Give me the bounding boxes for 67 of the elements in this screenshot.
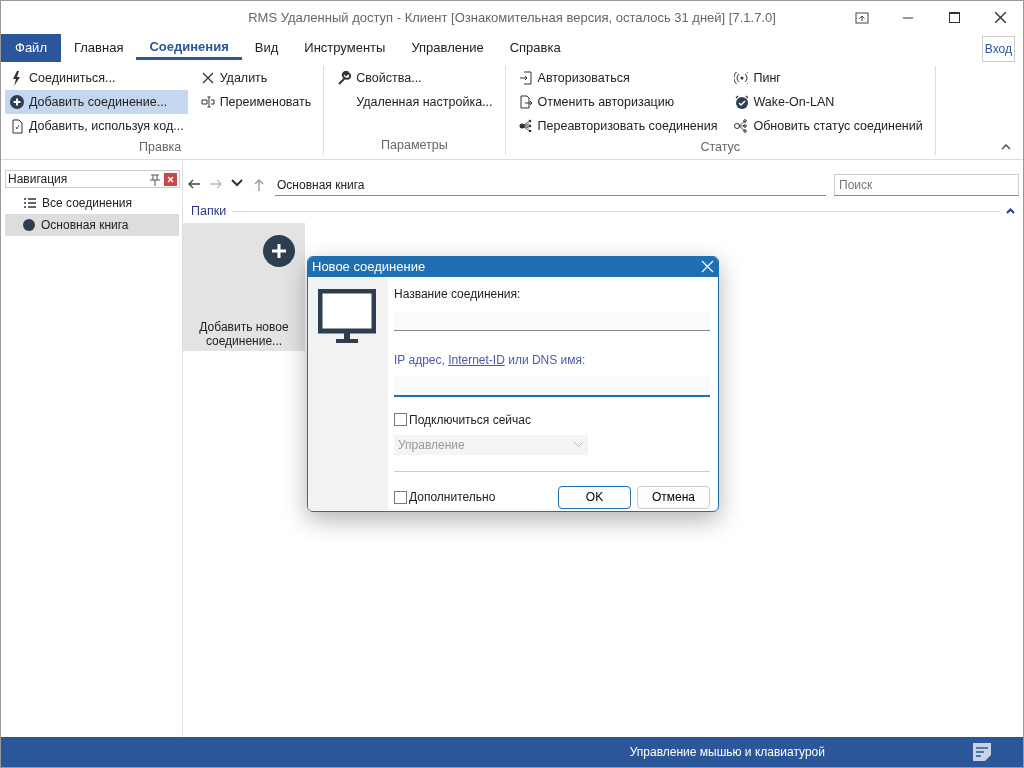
nav-item-label: Все соединения <box>42 195 133 212</box>
sign-in-icon <box>518 70 533 86</box>
ribbon-button[interactable]: Удаленная настройка... <box>332 90 497 114</box>
group-label: Статус <box>699 139 741 156</box>
window-title: RMS Удаленный доступ - Клиент [Ознакомительная версия, осталось 31 дней] [7.1.7.0] <box>248 8 776 27</box>
sign-out-icon <box>518 94 533 110</box>
ribbon-tab[interactable]: Управление <box>398 34 497 62</box>
dialog-title: Новое соединение <box>312 258 426 276</box>
list-icon <box>23 198 36 208</box>
nav-item[interactable]: Основная книга <box>5 214 179 236</box>
ribbon-button[interactable]: Добавить, используя код... <box>5 114 188 138</box>
address-field[interactable]: Основная книга <box>275 174 826 196</box>
rename-icon <box>200 94 215 110</box>
ribbon-tab[interactable]: Соединения <box>136 34 242 60</box>
circle-icon <box>23 219 35 231</box>
ribbon-button[interactable]: Добавить соединение... <box>5 90 188 114</box>
alarm-clock-icon <box>734 94 749 110</box>
plus-circle-icon <box>263 234 295 267</box>
nav-item[interactable]: Все соединения <box>5 192 179 214</box>
monitor-icon <box>318 288 376 345</box>
address-field[interactable] <box>394 376 710 397</box>
ribbon-tab[interactable]: Справка <box>496 34 574 62</box>
x-icon <box>200 70 215 86</box>
add-connection-tile[interactable]: Добавить новое соединение... <box>183 222 305 351</box>
ribbon-button[interactable]: Соединиться... <box>5 66 188 90</box>
ribbon-tab[interactable]: Главная <box>60 34 137 62</box>
nav-item-label: Основная книга <box>41 217 129 234</box>
network-nodes-icon <box>518 118 533 134</box>
connection-name-field[interactable] <box>394 310 710 331</box>
ribbon-button[interactable]: Свойства... <box>332 66 497 90</box>
ribbon-button[interactable]: Wake-On-LAN <box>729 90 927 114</box>
network-nodes-icon <box>734 118 749 134</box>
group-label: Правка <box>138 139 183 156</box>
close-icon[interactable] <box>994 12 1006 23</box>
checkbox[interactable]: Дополнительно <box>394 488 496 506</box>
field-label: IP адрес, Internet-ID или DNS имя: <box>394 351 587 369</box>
login-button[interactable]: Вход <box>981 36 1015 62</box>
internet-id-link[interactable]: Internet-ID <box>448 352 505 367</box>
pin-window-icon[interactable] <box>855 11 869 24</box>
note-icon[interactable] <box>973 743 991 761</box>
signal-icon <box>734 70 749 86</box>
collapse-icon[interactable] <box>1006 207 1015 215</box>
ok-button[interactable]: OK <box>558 485 631 509</box>
ribbon-button[interactable]: Переименовать <box>195 90 316 114</box>
search-field[interactable]: Поиск <box>834 174 1019 196</box>
field-label: Название соединения: <box>394 285 522 303</box>
ribbon-tab[interactable]: Инструменты <box>291 34 399 62</box>
cancel-button[interactable]: Отмена <box>637 485 710 509</box>
collapse-ribbon-icon[interactable] <box>1001 142 1011 151</box>
status-text: Управление мышью и клавиатурой <box>629 744 825 761</box>
section-title: Папки <box>191 203 227 220</box>
ribbon-button[interactable]: Удалить <box>195 66 316 90</box>
file-menu-button[interactable]: Файл <box>1 34 61 62</box>
ribbon-tab[interactable]: Вид <box>241 34 292 62</box>
plus-circle-icon <box>10 94 24 110</box>
ribbon-button[interactable]: Авторизоваться <box>513 66 722 90</box>
chevron-down-icon <box>573 441 584 448</box>
pin-icon[interactable] <box>149 173 161 186</box>
maximize-icon[interactable] <box>948 12 960 23</box>
ribbon-button[interactable]: Обновить статус соединений <box>729 114 927 138</box>
group-label: Параметры <box>380 137 449 155</box>
panel-title: Навигация <box>8 171 69 188</box>
ribbon-button[interactable]: Переавторизовать соединения <box>513 114 722 138</box>
ribbon-button[interactable]: Отменить авторизацию <box>513 90 722 114</box>
document-icon <box>10 118 24 134</box>
checkbox[interactable]: Подключиться сейчас <box>394 410 710 429</box>
ribbon-button[interactable]: Пинг <box>729 66 927 90</box>
